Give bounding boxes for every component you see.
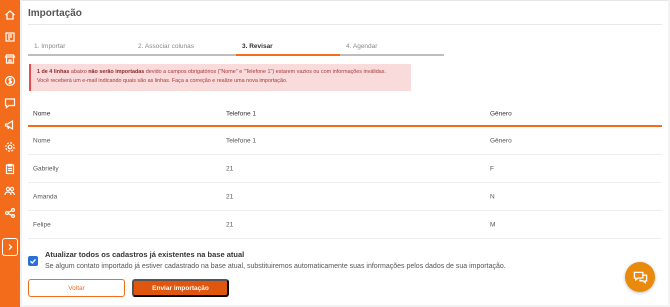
cell-name: Gabrielly	[33, 165, 59, 172]
step-label: 2. Associar colunas	[138, 43, 195, 50]
error-alert: 1 de 4 linhas abaixo não serão importada…	[29, 64, 411, 91]
chat-chart-icon[interactable]	[3, 96, 17, 110]
alert-line-2: Você receberá um e-mail indicando quais …	[37, 78, 288, 84]
cell-name: Nome	[33, 137, 51, 144]
chat-bubble-icon[interactable]	[625, 262, 655, 292]
table-row: Gabrielly 21 F	[28, 155, 662, 183]
page-title: Importação	[28, 8, 82, 19]
chevron-right-icon[interactable]	[2, 238, 18, 256]
book-icon[interactable]	[3, 30, 17, 44]
back-button[interactable]: Voltar	[28, 279, 125, 297]
preview-table: Nome Telefone 1 Gênero Nome Telefone 1 G…	[28, 102, 662, 239]
alert-text: devido a campos obrigatórios ("Nome" e "…	[144, 69, 386, 75]
alert-text: abaixo	[69, 69, 89, 75]
dollar-icon[interactable]	[3, 74, 17, 88]
cell-gender: N	[490, 193, 495, 200]
step-schedule[interactable]: 4. Agendar	[340, 42, 444, 56]
megaphone-icon[interactable]	[3, 118, 17, 132]
cell-phone: Telefone 1	[226, 137, 256, 144]
cell-phone: 21	[226, 165, 234, 172]
step-import[interactable]: 1. Importar	[28, 42, 132, 56]
step-label: 1. Importar	[34, 43, 66, 50]
column-header-phone: Telefone 1	[226, 110, 256, 117]
step-progress-bar	[236, 54, 340, 56]
cell-phone: 21	[226, 193, 234, 200]
store-icon[interactable]	[3, 52, 17, 66]
step-progress-bar	[340, 54, 444, 56]
step-review[interactable]: 3. Revisar	[236, 42, 340, 56]
users-icon[interactable]	[3, 184, 17, 198]
alert-emphasis: não serão importadas	[88, 69, 145, 75]
cell-phone: 21	[226, 221, 234, 228]
step-label: 4. Agendar	[346, 43, 378, 50]
table-row: Amanda 21 N	[28, 183, 662, 211]
divider	[28, 24, 662, 25]
import-card: Importação 1. Importar 2. Associar colun…	[22, 0, 668, 305]
step-progress-bar	[28, 54, 132, 56]
submit-import-button[interactable]: Enviar importação	[132, 279, 229, 297]
cell-gender: F	[490, 165, 494, 172]
cell-gender: M	[490, 221, 496, 228]
table-row: Felipe 21 M	[28, 211, 662, 239]
step-map-columns[interactable]: 2. Associar colunas	[132, 42, 236, 56]
cell-name: Amanda	[33, 193, 58, 200]
sidebar	[0, 0, 20, 307]
share-icon[interactable]	[3, 206, 17, 220]
clipboard-icon[interactable]	[3, 162, 17, 176]
alert-count: 1 de 4 linhas	[37, 69, 70, 75]
alert-line-1: 1 de 4 linhas abaixo não serão importada…	[37, 68, 411, 77]
column-header-name: Nome	[33, 110, 51, 117]
update-existing-description: Se algum contato importado já estiver ca…	[45, 263, 506, 270]
column-header-gender: Gênero	[490, 110, 512, 117]
step-label: 3. Revisar	[242, 43, 273, 50]
import-steps: 1. Importar 2. Associar colunas 3. Revis…	[28, 42, 444, 56]
update-existing-label: Atualizar todos os cadastros já existent…	[45, 250, 245, 259]
home-icon[interactable]	[3, 8, 17, 22]
table-header-row: Nome Telefone 1 Gênero	[28, 102, 662, 127]
cell-gender: Gênero	[490, 137, 512, 144]
cell-name: Felipe	[33, 221, 51, 228]
step-progress-bar	[132, 54, 236, 56]
table-row: Nome Telefone 1 Gênero	[28, 127, 662, 155]
update-existing-checkbox[interactable]	[28, 256, 38, 266]
settings-icon[interactable]	[3, 140, 17, 154]
